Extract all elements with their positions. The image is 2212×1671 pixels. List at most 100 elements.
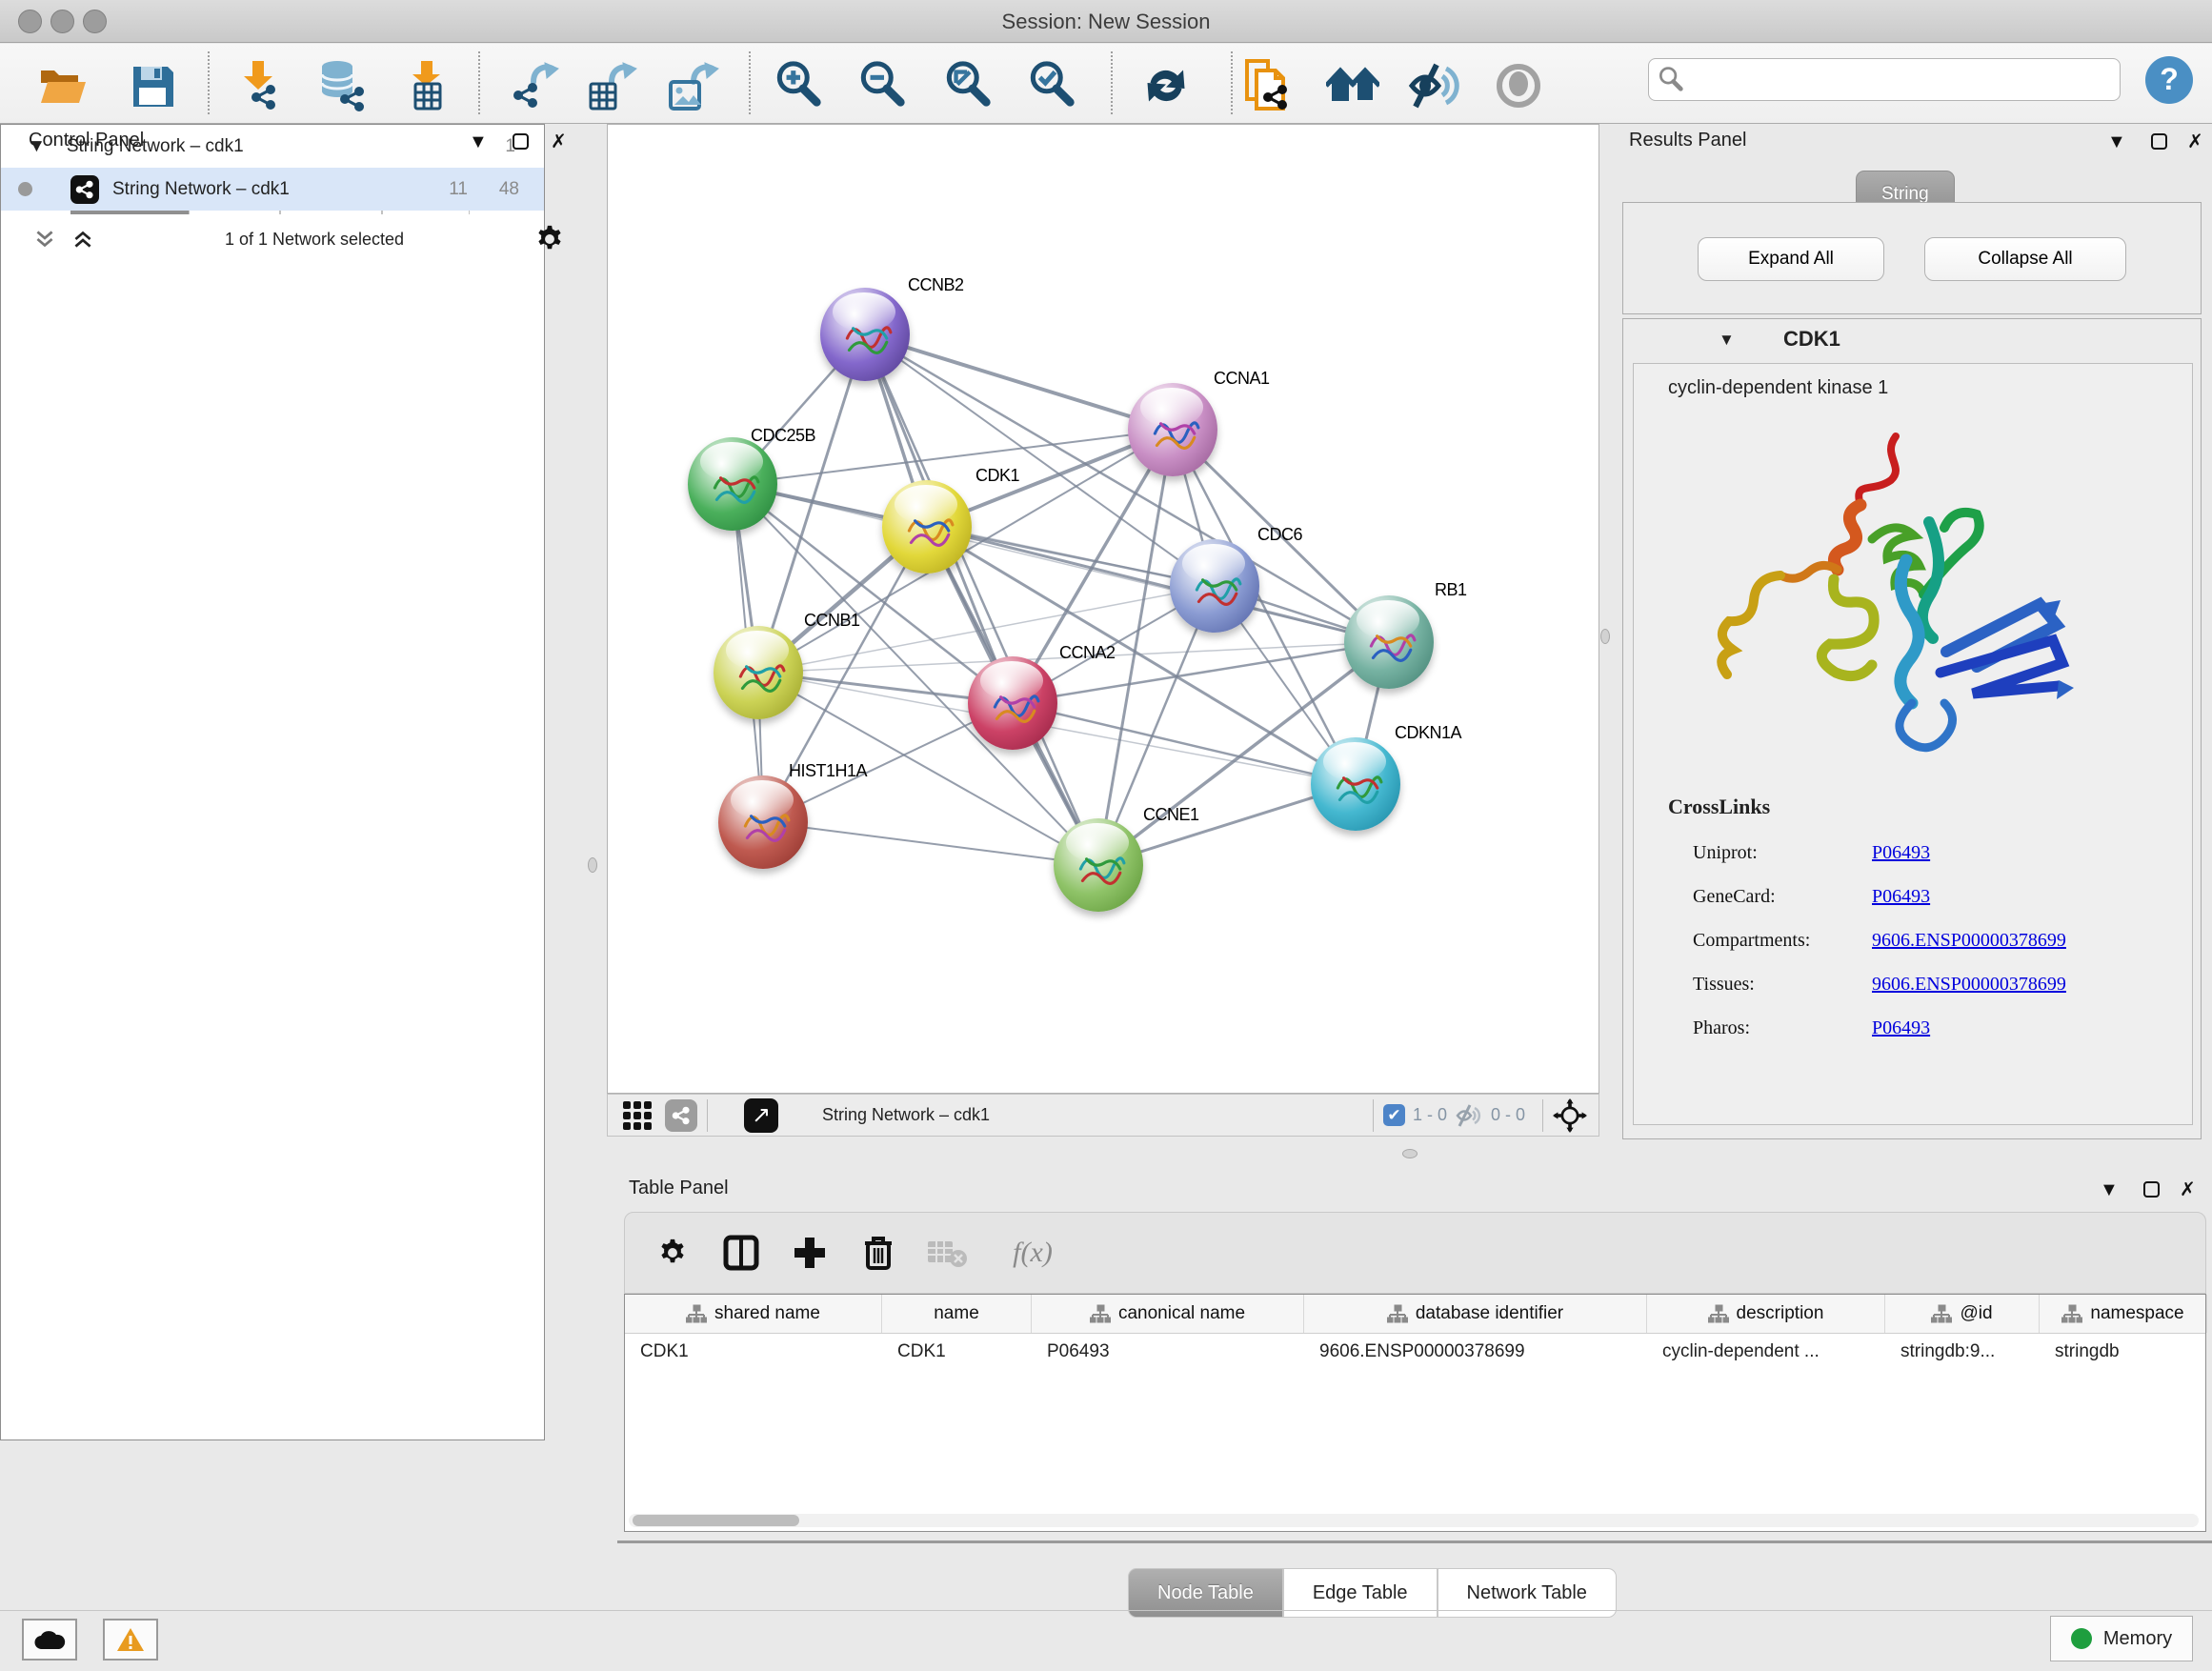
network-view-toolbar: ↗ String Network – cdk1 ✔ 1 - 0 0 - 0 <box>607 1094 1599 1137</box>
collapse-all-icon[interactable] <box>32 227 57 252</box>
show-disabled-icon <box>1492 59 1545 112</box>
column-header-shared-name[interactable]: shared name <box>625 1295 882 1333</box>
export-network-button[interactable] <box>507 59 560 112</box>
column-header-name[interactable]: name <box>882 1295 1032 1333</box>
delete-column-trash-icon[interactable] <box>857 1232 899 1274</box>
table-cell[interactable]: P06493 <box>1032 1334 1304 1370</box>
crosslink-link[interactable]: 9606.ENSP00000378699 <box>1872 930 2066 952</box>
hide-unhide-icon[interactable] <box>1408 59 1461 112</box>
node-ccnb2[interactable] <box>820 288 910 381</box>
toolbar-separator <box>208 51 210 114</box>
node-label-rb1: RB1 <box>1435 580 1467 600</box>
create-column-plus-icon[interactable] <box>789 1232 831 1274</box>
import-table-button[interactable] <box>400 59 453 112</box>
toolbar-search[interactable] <box>1648 58 2121 101</box>
network-share-icon[interactable] <box>665 1099 697 1132</box>
edge-count: 48 <box>499 179 519 200</box>
table-panel-collapse-icon[interactable]: ▼ <box>2100 1179 2119 1201</box>
node-ccna2[interactable] <box>968 656 1057 750</box>
search-input[interactable] <box>1685 70 2095 91</box>
zoom-selected-button[interactable] <box>1027 59 1080 112</box>
crosslink-row: Tissues:9606.ENSP00000378699 <box>1693 962 2169 1006</box>
cloud-icon <box>33 1628 66 1651</box>
results-panel-collapse-icon[interactable]: ▼ <box>2107 131 2126 153</box>
warning-button[interactable] <box>103 1619 158 1661</box>
import-network-file-button[interactable] <box>232 59 286 112</box>
fit-selected-crosshair-icon[interactable] <box>1553 1098 1587 1133</box>
left-splitter-handle[interactable] <box>588 857 597 873</box>
column-header-canonical-name[interactable]: canonical name <box>1032 1295 1304 1333</box>
crosslink-link[interactable]: 9606.ENSP00000378699 <box>1872 974 2066 996</box>
node-cdc6[interactable] <box>1170 539 1259 633</box>
column-header-namespace[interactable]: namespace <box>2040 1295 2207 1333</box>
edge[interactable] <box>865 334 1098 865</box>
zoom-fit-button[interactable] <box>943 59 996 112</box>
save-session-button[interactable] <box>126 59 179 112</box>
node-label-hist1h1a: HIST1H1A <box>789 761 867 781</box>
table-settings-gear-icon[interactable] <box>652 1232 694 1274</box>
show-columns-icon[interactable] <box>720 1232 762 1274</box>
cloud-button[interactable] <box>22 1619 77 1661</box>
function-builder-icon: f(x) <box>995 1232 1071 1274</box>
home-pages-icon[interactable] <box>1326 59 1379 112</box>
help-button[interactable]: ? <box>2145 56 2193 104</box>
open-session-button[interactable] <box>36 59 90 112</box>
selected-checkbox-icon[interactable]: ✔ <box>1383 1104 1405 1126</box>
table-cell[interactable]: CDK1 <box>882 1334 1032 1370</box>
crosslink-link[interactable]: P06493 <box>1872 842 1930 864</box>
clone-network-button[interactable] <box>1240 59 1294 112</box>
import-network-database-button[interactable] <box>314 59 368 112</box>
export-table-button[interactable] <box>585 59 638 112</box>
table-cell[interactable]: stringdb <box>2040 1334 2207 1370</box>
table-cell[interactable]: CDK1 <box>625 1334 882 1370</box>
network-options-gear-icon[interactable] <box>533 223 566 255</box>
column-header-database-identifier[interactable]: database identifier <box>1304 1295 1647 1333</box>
network-canvas[interactable]: CCNB2CCNA1CDC25BCDK1CDC6RB1CCNB1CCNA2CDK… <box>607 124 1599 1094</box>
crosslink-link[interactable]: P06493 <box>1872 886 1930 908</box>
crosslink-link[interactable]: P06493 <box>1872 1017 1930 1039</box>
edge[interactable] <box>1013 703 1356 784</box>
tree-expander-icon[interactable]: ▼ <box>28 136 46 157</box>
protein-ribbon-thumbnail <box>703 458 762 513</box>
column-header--id[interactable]: @id <box>1885 1295 2040 1333</box>
zoom-in-button[interactable] <box>774 59 827 112</box>
node-cdk1[interactable] <box>882 480 972 574</box>
network-type-icon <box>70 175 99 204</box>
grid-view-icon[interactable] <box>623 1101 652 1130</box>
table-cell[interactable]: stringdb:9... <box>1885 1334 2040 1370</box>
horizontal-splitter-handle[interactable] <box>1402 1149 1418 1158</box>
entry-expander-icon[interactable]: ▼ <box>1719 331 1735 350</box>
collapse-all-button[interactable]: Collapse All <box>1924 237 2126 281</box>
table-cell[interactable]: 9606.ENSP00000378699 <box>1304 1334 1647 1370</box>
right-splitter-handle[interactable] <box>1600 629 1610 644</box>
node-cdkn1a[interactable] <box>1311 737 1400 831</box>
node-rb1[interactable] <box>1344 595 1434 689</box>
network-tree-child-row[interactable]: String Network – cdk1 11 48 <box>1 168 544 211</box>
node-hist1h1a[interactable] <box>718 775 808 869</box>
memory-button[interactable]: Memory <box>2050 1616 2193 1661</box>
table-horizontal-scrollbar[interactable] <box>629 1514 2199 1527</box>
control-panel-close-icon[interactable]: ✗ <box>551 130 567 153</box>
refresh-layout-button[interactable] <box>1139 59 1193 112</box>
scrollbar-thumb[interactable] <box>633 1515 799 1526</box>
node-ccnb1[interactable] <box>714 626 803 719</box>
column-header-description[interactable]: description <box>1647 1295 1885 1333</box>
results-panel-float-icon[interactable] <box>2151 133 2167 154</box>
table-panel-close-icon[interactable]: ✗ <box>2180 1178 2196 1201</box>
edge[interactable] <box>865 334 1173 430</box>
table-cell[interactable]: cyclin-dependent ... <box>1647 1334 1885 1370</box>
results-panel-close-icon[interactable]: ✗ <box>2187 130 2203 153</box>
edge[interactable] <box>763 822 1098 865</box>
table-row[interactable]: CDK1CDK1P064939606.ENSP00000378699cyclin… <box>625 1334 2205 1370</box>
network-tree-root-row[interactable]: ▼ String Network – cdk1 1 <box>1 125 544 168</box>
crosslink-row: Compartments:9606.ENSP00000378699 <box>1693 918 2169 962</box>
table-panel-float-icon[interactable] <box>2143 1181 2160 1202</box>
expand-all-icon[interactable] <box>70 227 95 252</box>
export-image-button[interactable] <box>667 59 720 112</box>
expand-all-button[interactable]: Expand All <box>1698 237 1884 281</box>
node-cdc25b[interactable] <box>688 437 777 531</box>
birds-eye-view-button[interactable]: ↗ <box>744 1098 778 1133</box>
node-ccne1[interactable] <box>1054 818 1143 912</box>
node-ccna1[interactable] <box>1128 383 1217 476</box>
zoom-out-button[interactable] <box>857 59 911 112</box>
